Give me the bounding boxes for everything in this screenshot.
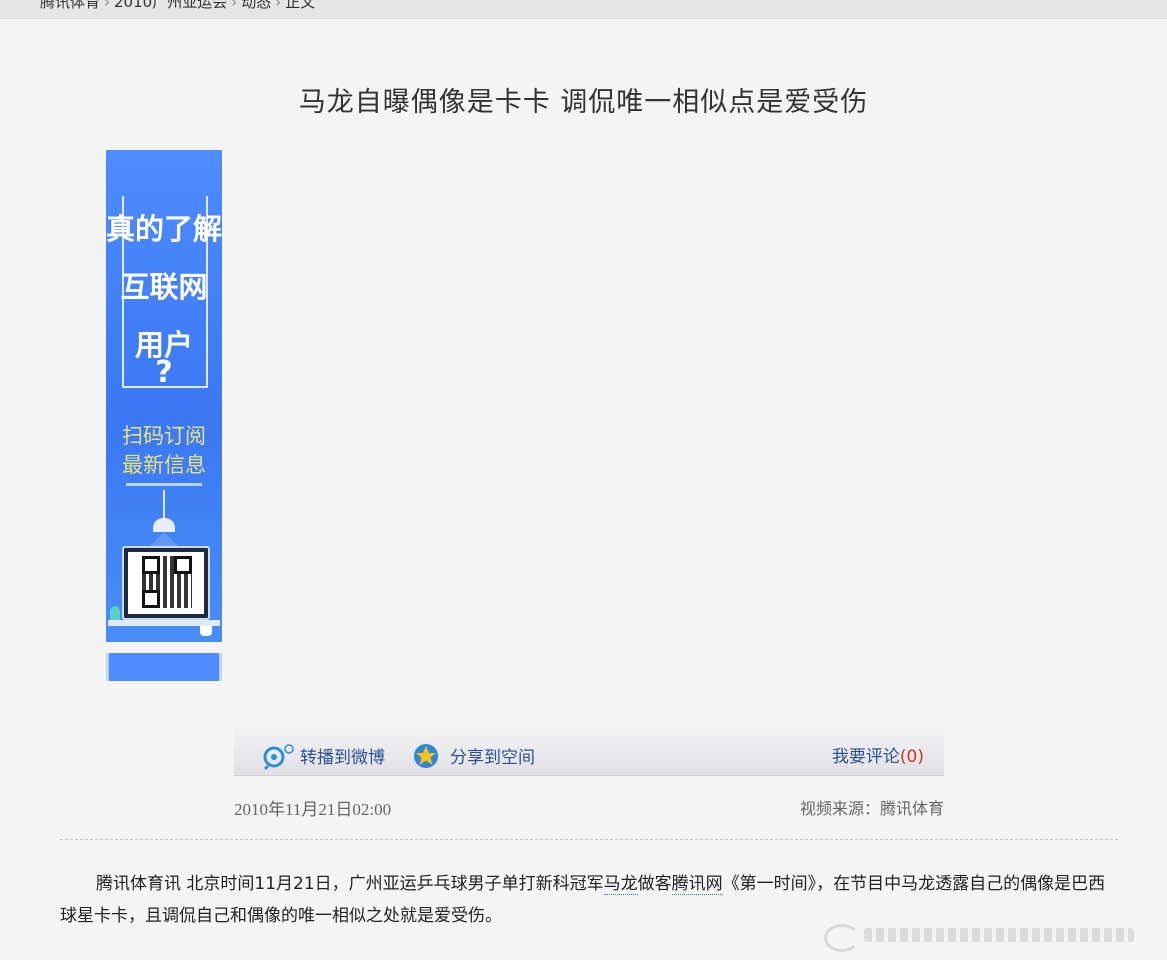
article-source: 视频来源：腾讯体育	[799, 799, 944, 818]
ad-headline-line: 真的了解	[106, 212, 222, 246]
breadcrumb: 腾讯体育 › 2010广州亚运会 › 动态 › 正文	[40, 0, 315, 12]
ad-underline	[126, 483, 202, 486]
breadcrumb-separator: ›	[104, 0, 111, 11]
qr-corner	[142, 556, 160, 574]
breadcrumb-item-news[interactable]: 动态	[241, 0, 271, 11]
lamp-cord	[163, 490, 165, 520]
monitor-screen	[128, 552, 204, 614]
lamp-icon	[153, 518, 175, 532]
ad-headline-line: 互联网	[120, 270, 208, 304]
ad-headline: 真的了解 互联网 用户	[106, 200, 222, 374]
breadcrumb-item-asian-games[interactable]: 2010广州亚运会	[114, 0, 227, 11]
qzone-icon	[412, 742, 442, 768]
share-weibo-label: 转播到微博	[300, 747, 385, 768]
comment-count: (0)	[899, 747, 924, 767]
breadcrumb-item-sports[interactable]: 腾讯体育	[40, 0, 100, 11]
breadcrumb-item-current: 正文	[285, 0, 316, 11]
article-title: 马龙自曝偶像是卡卡 调侃唯一相似点是爱受伤	[298, 87, 869, 118]
ad-subtext-line: 扫码订阅	[122, 424, 206, 448]
breadcrumb-separator: ›	[231, 0, 238, 11]
article-text: 腾讯体育讯 北京时间11月21日，广州亚运乒乓球男子单打新科冠军	[96, 874, 604, 894]
watermark-bar	[864, 928, 1134, 942]
cup-icon	[200, 626, 212, 636]
share-qzone-button[interactable]: 分享到空间	[412, 742, 535, 768]
qr-corner	[142, 590, 160, 608]
article-meta: 2010年11月21日02:00 视频来源：腾讯体育	[234, 795, 944, 820]
share-bar: 转播到微博 分享到空间 我要评论(0)	[234, 730, 944, 776]
comment-label: 我要评论	[831, 747, 900, 767]
ad-subtext-line: 最新信息	[122, 453, 206, 477]
share-weibo-button[interactable]: 转播到微博	[262, 742, 385, 771]
article-date: 2010年11月21日02:00	[234, 800, 392, 819]
comment-link[interactable]: 我要评论(0)	[832, 742, 924, 767]
ad-subtext: 扫码订阅 最新信息	[106, 422, 222, 480]
watermark-logo-icon	[824, 924, 860, 952]
breadcrumb-separator: ›	[275, 0, 282, 11]
divider	[60, 839, 1118, 840]
monitor-icon	[122, 546, 210, 620]
share-qzone-label: 分享到空间	[450, 747, 535, 768]
site-link-qq[interactable]: 腾讯网	[671, 874, 723, 895]
weibo-icon	[262, 742, 294, 771]
article-text: 做客	[637, 874, 672, 894]
ad-banner[interactable]: 真的了解 互联网 用户 ? 扫码订阅 最新信息	[106, 150, 222, 642]
ad-question-mark: ?	[155, 355, 173, 390]
watermark	[824, 920, 1160, 952]
ad-banner-secondary[interactable]	[106, 653, 222, 681]
qr-corner	[174, 556, 192, 574]
player-link-malong[interactable]: 马龙	[603, 874, 638, 895]
breadcrumb-bar: 腾讯体育 › 2010广州亚运会 › 动态 › 正文	[0, 0, 1167, 19]
